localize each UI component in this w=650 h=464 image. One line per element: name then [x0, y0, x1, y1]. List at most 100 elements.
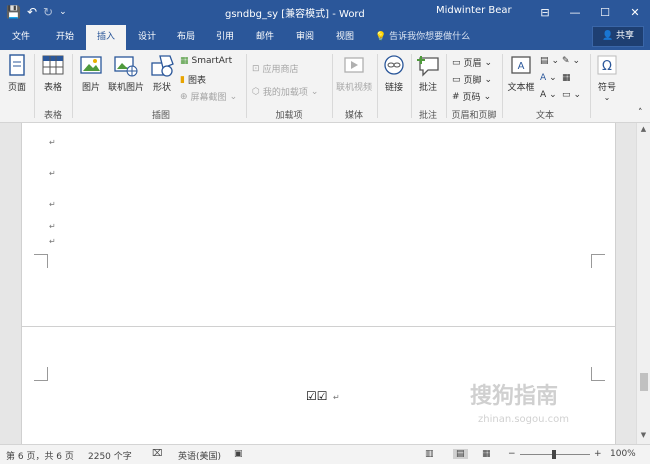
scrollbar-thumb[interactable]: [640, 373, 648, 391]
smartart-icon: ▦: [180, 56, 189, 66]
store-label: 应用商店: [262, 65, 299, 75]
tab-file[interactable]: 文件: [0, 25, 42, 50]
margin-corner-mark: [34, 254, 48, 268]
separator: [446, 54, 447, 118]
shapes-label: 形状: [152, 83, 171, 93]
separator: [34, 54, 35, 118]
chevron-up-icon: ˄: [638, 108, 643, 118]
status-bar: 第 6 页，共 6 页 2250 个字 ⌧ 英语(美国) ▣ ▥ ▤ ▦ − +…: [0, 444, 650, 464]
separator: [72, 54, 73, 118]
zoom-in-icon[interactable]: +: [594, 449, 602, 459]
date-time-button[interactable]: ▦: [562, 73, 571, 83]
picture-label: 图片: [81, 83, 100, 93]
dropdown-icon: ⌄: [310, 86, 319, 97]
minimize-icon[interactable]: —: [560, 0, 590, 25]
drop-cap-button[interactable]: A ⌄: [540, 90, 557, 100]
group-label-text: 文本: [535, 111, 554, 121]
scroll-up-icon[interactable]: ▲: [637, 125, 650, 133]
separator: [411, 54, 412, 118]
picture-button[interactable]: 图片: [78, 54, 104, 93]
group-label-addins: 加载项: [275, 111, 303, 121]
wordart-button[interactable]: A ⌄: [540, 73, 557, 83]
ribbon-tabs: 文件 开始 插入 设计 布局 引用 邮件 审阅 视图 💡 告诉我你想要做什么: [0, 25, 650, 50]
omega-icon: Ω: [597, 55, 617, 75]
collapse-ribbon-button[interactable]: ˄: [638, 108, 643, 118]
zoom-level[interactable]: 100%: [610, 449, 636, 459]
tab-home[interactable]: 开始: [46, 25, 84, 50]
watermark-logo: 搜狗指南: [470, 384, 559, 409]
tab-layout[interactable]: 布局: [168, 25, 204, 50]
header-button[interactable]: ▭ 页眉 ⌄: [452, 56, 492, 70]
margin-corner-mark: [34, 367, 48, 381]
addins-icon: ⬡: [252, 86, 260, 97]
table-button[interactable]: 表格: [40, 54, 66, 93]
close-icon[interactable]: ✕: [620, 0, 650, 25]
page-count[interactable]: 第 6 页，共 6 页: [6, 449, 74, 462]
paragraph-mark: ↵: [49, 222, 56, 231]
table-icon: [42, 55, 64, 75]
separator: [377, 54, 378, 118]
share-button[interactable]: 👤 共享: [592, 26, 644, 47]
paragraph-mark: ↵: [49, 169, 56, 178]
zoom-slider-handle[interactable]: [552, 450, 556, 459]
lightbulb-icon: 💡: [375, 32, 387, 42]
tab-insert[interactable]: 插入: [86, 25, 126, 50]
proofing-icon[interactable]: ⌧: [152, 449, 162, 459]
checkbox-glyphs: ☑☑: [306, 389, 328, 403]
footer-label: 页脚: [463, 76, 482, 86]
online-picture-button[interactable]: 联机图片: [106, 54, 146, 93]
chart-icon: ▮: [180, 74, 185, 85]
my-addins-button[interactable]: ⬡ 我的加载项 ⌄: [252, 85, 319, 99]
symbol-button[interactable]: Ω 符号 ⌄: [594, 54, 620, 102]
title-bar: 💾 ↶ ↻ ⌄ gsndbg_sy [兼容模式] - Word Midwinte…: [0, 0, 650, 25]
tab-review[interactable]: 审阅: [286, 25, 324, 50]
web-layout-icon[interactable]: ▦: [482, 449, 491, 459]
maximize-icon[interactable]: ☐: [590, 0, 620, 25]
scroll-down-icon[interactable]: ▼: [637, 431, 650, 439]
zoom-out-icon[interactable]: −: [508, 449, 516, 459]
dropdown-icon: ⌄: [549, 90, 557, 100]
textbox-button[interactable]: A 文本框: [505, 54, 537, 93]
online-picture-icon: [114, 56, 138, 77]
comment-button[interactable]: 批注: [414, 54, 442, 93]
ribbon-display-icon[interactable]: ⊟: [530, 0, 560, 25]
calendar-icon: ▦: [562, 73, 571, 83]
macro-icon[interactable]: ▣: [234, 449, 243, 459]
video-icon: [344, 57, 364, 73]
quick-parts-button[interactable]: ▤ ⌄: [540, 56, 559, 66]
chart-button[interactable]: ▮ 图表: [180, 73, 206, 87]
links-label: 链接: [384, 83, 403, 93]
redo-icon[interactable]: ↻: [43, 4, 53, 21]
word-count[interactable]: 2250 个字: [88, 449, 132, 462]
separator: [502, 54, 503, 118]
user-name[interactable]: Midwinter Bear: [436, 5, 512, 16]
links-button[interactable]: 链接: [381, 54, 407, 93]
window-controls: ⊟ — ☐ ✕: [530, 0, 650, 25]
tab-design[interactable]: 设计: [128, 25, 166, 50]
textbox-icon: A: [511, 56, 531, 74]
signature-line-button[interactable]: ✎ ⌄: [562, 56, 580, 66]
shapes-button[interactable]: 形状: [148, 54, 176, 93]
footer-button[interactable]: ▭ 页脚 ⌄: [452, 73, 492, 87]
page-number-button[interactable]: # 页码 ⌄: [452, 90, 491, 104]
language-indicator[interactable]: 英语(美国): [178, 449, 221, 462]
read-mode-icon[interactable]: ▥: [425, 449, 434, 459]
undo-icon[interactable]: ↶: [27, 4, 37, 21]
customize-qat-icon[interactable]: ⌄: [59, 4, 67, 21]
tab-references[interactable]: 引用: [206, 25, 244, 50]
pages-button[interactable]: 页面: [4, 54, 30, 93]
drop-cap-icon: A: [540, 90, 547, 100]
tell-me-box[interactable]: 💡 告诉我你想要做什么: [375, 25, 470, 50]
textbox-label: 文本框: [507, 83, 535, 93]
tab-view[interactable]: 视图: [326, 25, 364, 50]
print-layout-icon[interactable]: ▤: [453, 449, 468, 459]
quick-access-toolbar: 💾 ↶ ↻ ⌄: [6, 4, 67, 21]
smartart-button[interactable]: ▦ SmartArt: [180, 56, 232, 66]
vertical-scrollbar[interactable]: ▲ ▼: [636, 123, 650, 444]
save-icon[interactable]: 💾: [6, 4, 21, 21]
tab-mailings[interactable]: 邮件: [246, 25, 284, 50]
object-button[interactable]: ▭ ⌄: [562, 90, 581, 100]
online-video-button[interactable]: 联机视频: [334, 54, 374, 93]
screenshot-button[interactable]: ⊕ 屏幕截图 ⌄: [180, 90, 237, 104]
store-button[interactable]: ⊡ 应用商店: [252, 62, 299, 76]
